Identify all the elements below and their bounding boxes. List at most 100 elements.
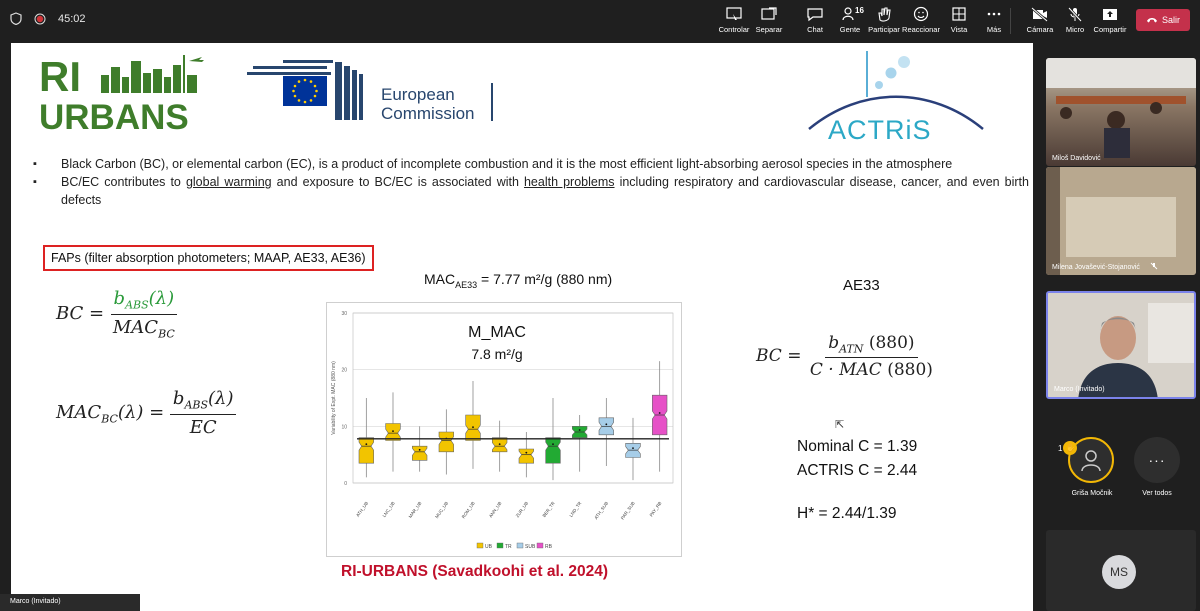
box-mean <box>498 443 501 446</box>
shared-slide: RI URBANS European Commission ACTRiS ▪ B… <box>11 43 1033 611</box>
toolbar-label: Separar <box>755 25 783 34</box>
bullet-item: BC/EC contributes to global warming and … <box>29 173 1029 209</box>
box-mean <box>605 423 608 426</box>
raise-hand-icon: ✋ <box>1063 441 1078 455</box>
initials: MS <box>1110 565 1128 579</box>
mac-ae33-label: MACAE33 = 7.77 m²/g (880 nm) <box>424 271 612 290</box>
ec-divider <box>491 83 493 121</box>
shield-icon <box>10 12 22 25</box>
legend-label: RB <box>545 544 553 550</box>
meeting-timer: 45:02 <box>58 12 86 25</box>
underlined-term: health problems <box>523 175 615 189</box>
x-tick-label: PAY_RB <box>649 501 663 518</box>
x-tick-label: MUC_UB <box>434 501 449 519</box>
box-zur_ub <box>518 448 534 464</box>
toolbar-label: Compartir <box>1093 25 1127 34</box>
toolbar-react-button[interactable]: Reaccionar <box>901 6 941 34</box>
participant-name: Milena Jovašević-Stojanović <box>1052 264 1140 271</box>
video-tile-marco[interactable]: Marco (Invitado) <box>1046 291 1196 399</box>
y-tick-label: 0 <box>344 481 347 487</box>
formula-mac: MACBC(λ) = bABS(λ) EC <box>56 388 237 438</box>
video-tile-milena[interactable]: Milena Jovašević-Stojanović <box>1046 167 1196 275</box>
mac-value: = 7.77 m²/g (880 nm) <box>477 271 613 287</box>
self-tile: MS <box>1046 530 1196 611</box>
x-tick-label: LND_TR <box>568 500 583 518</box>
video-tile-milos[interactable]: Miloš Davidović <box>1046 58 1196 166</box>
leave-button[interactable]: Salir <box>1136 9 1190 31</box>
chat-icon <box>807 8 823 22</box>
mic-off-icon <box>1068 7 1082 22</box>
toolbar-label: Participar <box>868 25 900 34</box>
box-ber_tr <box>545 437 561 464</box>
toolbar-raise-hand-button[interactable]: Participar <box>864 6 904 34</box>
h-star: H* = 2.44/1.39 <box>797 505 897 522</box>
mac-label: MAC <box>424 271 456 287</box>
toolbar-chat-button[interactable]: Chat <box>795 6 835 34</box>
toolbar-control-button[interactable]: Controlar <box>714 6 754 34</box>
x-tick-label: BER_TR <box>542 500 557 518</box>
chart-subtitle: 7.8 m²/g <box>471 346 522 362</box>
toolbar-more-button[interactable]: Más <box>974 6 1014 34</box>
popout-icon <box>761 7 777 20</box>
more-icon: ··· <box>1148 452 1166 468</box>
box-mean <box>552 443 554 446</box>
chart-title: M_MAC <box>468 324 526 341</box>
raise-hand-icon <box>878 7 891 22</box>
toolbar-view-button[interactable]: Vista <box>939 6 979 34</box>
box-mean <box>578 429 581 431</box>
participant-name-grisa: Griša Močnik <box>1052 490 1132 497</box>
toolbar-camera-off-button[interactable]: Cámara <box>1020 6 1060 34</box>
person-icon <box>1081 450 1101 472</box>
participant-name: Griša Močnik <box>1071 490 1113 497</box>
mouse-cursor-icon: ⇱ <box>835 419 845 431</box>
x-tick-label: LNC_UB <box>382 501 396 518</box>
box-mean <box>525 451 528 454</box>
svg-text:RI: RI <box>39 53 81 100</box>
mic-muted-icon <box>1150 262 1158 270</box>
toolbar-share-button[interactable]: Compartir <box>1090 6 1130 34</box>
citation: RI-URBANS (Savadkoohi et al. 2024) <box>341 563 609 580</box>
participant-name: Miloš Davidović <box>1052 155 1101 162</box>
toolbar-label: Micro <box>1065 25 1085 34</box>
more-icon <box>987 12 1001 16</box>
x-tick-label: MAR_UB <box>408 501 423 519</box>
bullet-text: BC/EC contributes to <box>61 175 186 189</box>
participants-panel: Miloš Davidović Milena Jovašević-Stojano… <box>1038 43 1200 611</box>
ri-urbans-logo: RI URBANS <box>39 51 209 137</box>
people-count-badge: 16 <box>855 6 864 15</box>
legend-swatch <box>476 542 484 549</box>
record-icon <box>34 13 46 24</box>
toolbar-label: Vista <box>950 25 968 34</box>
formula-bc: BC = bABS(λ) MACBC <box>56 288 178 340</box>
mac-sub: AE33 <box>455 279 478 290</box>
bullet-text: and exposure to BC/EC is associated with <box>271 175 524 189</box>
avatar-ms[interactable]: MS <box>1102 555 1136 589</box>
box-mean <box>658 412 661 414</box>
box-mean <box>472 426 474 429</box>
faps-box: FAPs (filter absorption photometers; MAA… <box>43 245 374 271</box>
toolbar-label: Chat <box>807 25 823 34</box>
react-icon <box>913 6 929 22</box>
raised-hand-indicator: 1 ✋ <box>1058 441 1078 455</box>
box-ath_ub <box>358 437 374 464</box>
toolbar-popout-button[interactable]: Separar <box>749 6 789 34</box>
box-muc_ub <box>438 431 454 453</box>
meeting-window: 45:02 Controlar Separar Chat 16 Gente Partici… <box>0 0 1200 611</box>
bullet-list: Black Carbon (BC), or elemental carbon (… <box>29 155 1029 209</box>
bullet-text: Black Carbon (BC), or elemental carbon (… <box>61 157 953 171</box>
box-mean <box>418 448 421 451</box>
camera-off-icon <box>1031 7 1048 22</box>
see-all-button[interactable]: ··· <box>1134 437 1180 483</box>
share-icon <box>1103 9 1117 20</box>
y-tick-label: 30 <box>341 311 347 317</box>
toolbar-label: Cámara <box>1026 25 1054 34</box>
view-icon <box>952 7 966 21</box>
see-all-label: Ver todos <box>1142 490 1172 497</box>
formula-ae33: BC = bATN (880) C · MAC (880) <box>756 333 933 381</box>
box-mean <box>365 443 368 446</box>
x-tick-label: ZUR_UB <box>515 501 529 519</box>
legend-label: UB <box>485 544 493 550</box>
self-view-bar: Marco (Invitado) <box>0 594 140 611</box>
actris-logo: ACTRiS <box>801 51 991 151</box>
toolbar-mic-off-button[interactable]: Micro <box>1055 6 1095 34</box>
